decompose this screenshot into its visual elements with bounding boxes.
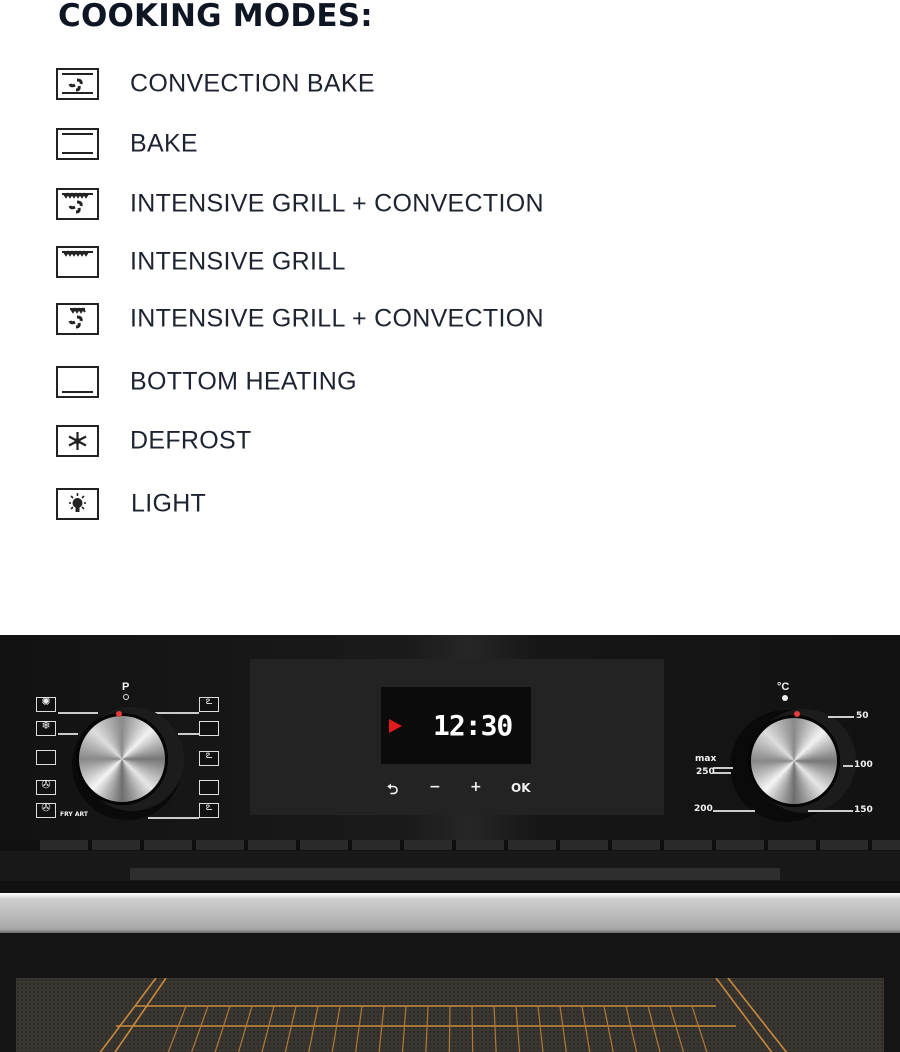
rack-bar: [581, 1005, 591, 1052]
rack-bar: [691, 1005, 708, 1052]
rack-bar: [214, 1005, 231, 1052]
rack-bar: [261, 1005, 275, 1052]
grill-convection-icon: ఽ: [199, 801, 219, 818]
divider: [178, 733, 199, 735]
rack-bar: [493, 1005, 497, 1052]
mode-label: LIGHT: [131, 489, 207, 518]
rack-bar: [537, 1005, 544, 1052]
bottom-heating-icon: [56, 366, 99, 398]
time-display: 12:30: [433, 709, 513, 742]
rack-bar: [331, 1005, 341, 1052]
intensive-grill-convection-icon: [56, 188, 99, 220]
fry-art-label: FRY ART: [60, 811, 88, 818]
page-title: COOKING MODES:: [58, 0, 373, 34]
light-icon: [56, 488, 99, 520]
mode-label: INTENSIVE GRILL + CONVECTION: [130, 304, 544, 333]
defrost-icon: ❄: [36, 720, 56, 736]
temp-mark-250: 250: [696, 767, 715, 777]
rack-bar: [401, 1005, 407, 1052]
temp-mark-150: 150: [854, 805, 873, 815]
temp-mark-50: 50: [856, 711, 869, 721]
divider: [713, 810, 755, 812]
grill-convection-icon: ఽ: [199, 749, 219, 766]
temp-mark-200: 200: [694, 804, 713, 814]
oven-window: [16, 978, 884, 1052]
back-button[interactable]: ⮌: [387, 779, 398, 803]
fan-icon: ✇: [36, 779, 56, 795]
door-top-lip: [130, 868, 780, 880]
program-dot: [123, 694, 129, 700]
rack-bar: [448, 1005, 451, 1052]
rack-bar: [284, 1005, 297, 1052]
door-handle[interactable]: [0, 893, 900, 933]
play-indicator-icon: [389, 719, 402, 733]
minus-button[interactable]: −: [429, 779, 441, 795]
divider: [808, 810, 853, 812]
temp-mark-max: max: [695, 754, 717, 764]
divider: [155, 712, 199, 714]
mode-selector-knob[interactable]: [76, 713, 168, 805]
mode-intensive-grill: INTENSIVE GRILL: [56, 245, 345, 279]
indicator-dot: [116, 711, 122, 717]
rack-bar: [647, 1005, 661, 1052]
mode-intensive-grill-convection: INTENSIVE GRILL + CONVECTION: [56, 187, 544, 221]
bake-icon: [199, 721, 219, 736]
defrost-icon: [56, 425, 99, 457]
rack-bar: [625, 1005, 638, 1052]
convection-bake-icon: [56, 68, 99, 100]
divider: [58, 712, 98, 714]
mode-bake: BAKE: [56, 127, 198, 161]
air-fry-icon: ✇: [36, 802, 56, 818]
divider: [713, 772, 731, 774]
mode-label: DEFROST: [130, 426, 252, 455]
vent-strip: [40, 840, 900, 850]
mode-defrost: DEFROST: [56, 424, 251, 458]
divider: [828, 716, 854, 718]
program-label: P: [122, 681, 130, 693]
rack-bar: [425, 1005, 429, 1052]
rack-bar: [167, 1005, 187, 1052]
oven-rack: [99, 978, 788, 1052]
mode-light: LIGHT: [56, 487, 206, 521]
rack-bar: [515, 1005, 521, 1052]
mode-label: BOTTOM HEATING: [130, 367, 357, 396]
intensive-grill-convection-icon: [56, 303, 99, 335]
mode-label: CONVECTION BAKE: [130, 69, 375, 98]
mode-bottom-heating: BOTTOM HEATING: [56, 365, 357, 399]
rack-bar: [355, 1005, 363, 1052]
temp-mark-100: 100: [854, 760, 873, 770]
grill-icon: [199, 780, 219, 795]
light-icon: ✺: [36, 696, 56, 712]
rack-bar: [603, 1005, 614, 1052]
rack-bar: [669, 1005, 685, 1052]
mode-convection-bake: CONVECTION BAKE: [56, 67, 375, 101]
temp-dot: [782, 695, 788, 701]
temperature-knob[interactable]: [748, 715, 840, 807]
rack-bar: [378, 1005, 385, 1052]
plus-button[interactable]: +: [470, 779, 482, 795]
mode-label: BAKE: [130, 129, 198, 158]
indicator-dot: [794, 711, 800, 717]
divider: [713, 767, 733, 769]
divider: [148, 817, 199, 819]
celsius-label: °C: [777, 681, 790, 693]
bake-icon: [56, 128, 99, 160]
rack-bar: [471, 1005, 474, 1052]
convection-bake-icon: ఽ: [199, 695, 219, 712]
ok-button[interactable]: OK: [511, 781, 531, 795]
rack-bar: [308, 1005, 319, 1052]
divider: [58, 733, 78, 735]
oven-image: P ✺ ❄ ✇ ✇ FRY ART ఽ ఽ ఽ 12:30 ⮌ − + OK °…: [0, 635, 900, 1052]
bottom-heating-icon: [36, 750, 56, 765]
mode-label: INTENSIVE GRILL: [130, 247, 346, 276]
intensive-grill-icon: [56, 246, 99, 278]
mode-label: INTENSIVE GRILL + CONVECTION: [130, 189, 544, 218]
rack-bar: [559, 1005, 567, 1052]
divider: [843, 765, 853, 767]
rack-bar: [237, 1005, 253, 1052]
mode-intensive-grill-convection-2: INTENSIVE GRILL + CONVECTION: [56, 302, 544, 336]
control-panel: P ✺ ❄ ✇ ✇ FRY ART ఽ ఽ ఽ 12:30 ⮌ − + OK °…: [0, 635, 900, 840]
rack-bar: [191, 1005, 209, 1052]
